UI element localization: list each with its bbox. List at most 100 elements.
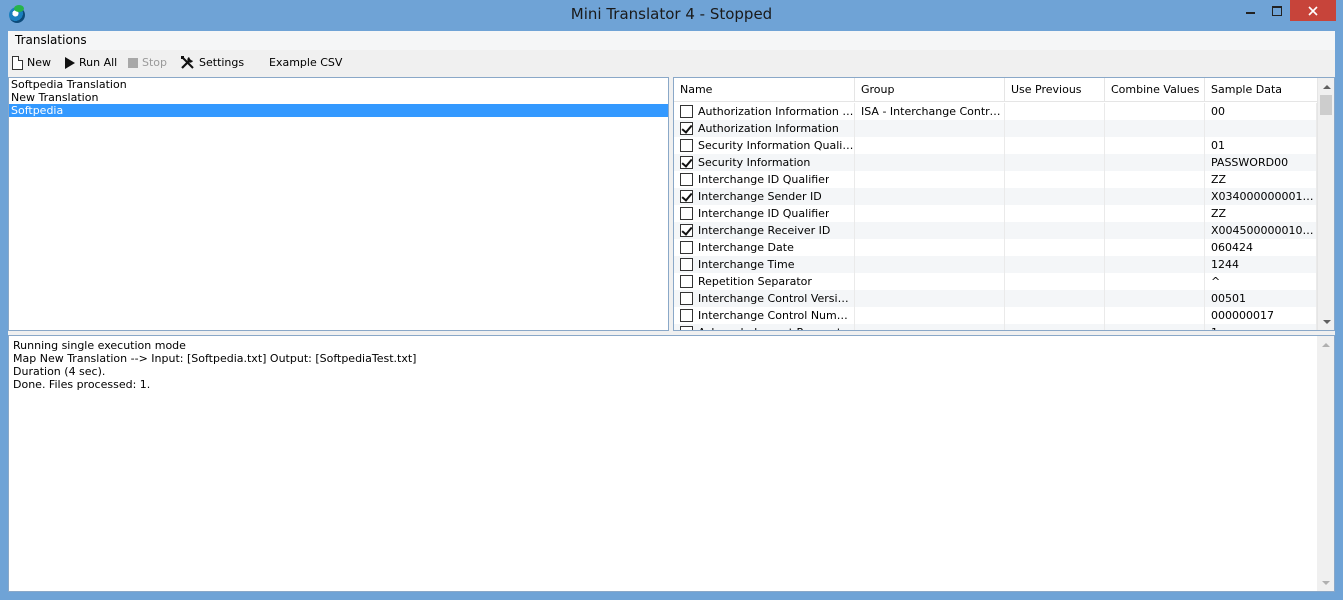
- row-checkbox[interactable]: [680, 275, 693, 288]
- use-previous-cell[interactable]: [1005, 273, 1105, 290]
- name-cell[interactable]: Repetition Separator: [674, 273, 855, 290]
- name-cell[interactable]: Authorization Information: [674, 120, 855, 137]
- combine-values-cell[interactable]: [1105, 120, 1205, 137]
- row-checkbox[interactable]: [680, 207, 693, 220]
- name-cell[interactable]: Interchange Control Number: [674, 307, 855, 324]
- group-cell[interactable]: [855, 188, 1005, 205]
- translation-item[interactable]: New Translation: [9, 91, 668, 104]
- table-row[interactable]: Interchange Control Number 000000017: [674, 307, 1317, 324]
- sample-data-cell[interactable]: ZZ: [1205, 171, 1317, 188]
- use-previous-cell[interactable]: [1005, 171, 1105, 188]
- sample-data-cell[interactable]: 01: [1205, 137, 1317, 154]
- table-row[interactable]: Security Information PASSWORD00: [674, 154, 1317, 171]
- table-row[interactable]: Authorization Information: [674, 120, 1317, 137]
- group-cell[interactable]: [855, 256, 1005, 273]
- table-row[interactable]: Interchange ID Qualifier ZZ: [674, 205, 1317, 222]
- combine-values-cell[interactable]: [1105, 239, 1205, 256]
- group-cell[interactable]: [855, 222, 1005, 239]
- new-button[interactable]: New: [12, 53, 51, 72]
- row-checkbox[interactable]: [680, 241, 693, 254]
- example-csv-button[interactable]: Example CSV: [269, 53, 342, 72]
- column-header-sample-data[interactable]: Sample Data: [1205, 78, 1317, 102]
- table-row[interactable]: Security Information Qualifier 01: [674, 137, 1317, 154]
- table-row[interactable]: Interchange Time 1244: [674, 256, 1317, 273]
- sample-data-cell[interactable]: ZZ: [1205, 205, 1317, 222]
- sample-data-cell[interactable]: PASSWORD00: [1205, 154, 1317, 171]
- use-previous-cell[interactable]: [1005, 307, 1105, 324]
- group-cell[interactable]: [855, 273, 1005, 290]
- use-previous-cell[interactable]: [1005, 120, 1105, 137]
- sample-data-cell[interactable]: 00: [1205, 103, 1317, 120]
- maximize-button[interactable]: [1264, 0, 1290, 21]
- table-row[interactable]: Interchange Control Version ... 00501: [674, 290, 1317, 307]
- minimize-button[interactable]: [1237, 0, 1263, 21]
- use-previous-cell[interactable]: [1005, 222, 1105, 239]
- row-checkbox[interactable]: [680, 105, 693, 118]
- use-previous-cell[interactable]: [1005, 239, 1105, 256]
- use-previous-cell[interactable]: [1005, 256, 1105, 273]
- use-previous-cell[interactable]: [1005, 324, 1105, 330]
- row-checkbox[interactable]: [680, 224, 693, 237]
- combine-values-cell[interactable]: [1105, 154, 1205, 171]
- log-vertical-scrollbar[interactable]: [1317, 336, 1334, 591]
- table-row[interactable]: Interchange Date 060424: [674, 239, 1317, 256]
- name-cell[interactable]: Acknowledgment Requested: [674, 324, 855, 330]
- sample-data-cell[interactable]: 1: [1205, 324, 1317, 330]
- use-previous-cell[interactable]: [1005, 103, 1105, 120]
- settings-button[interactable]: Settings: [180, 53, 244, 72]
- translation-item[interactable]: Softpedia Translation: [9, 78, 668, 91]
- group-cell[interactable]: [855, 171, 1005, 188]
- translations-list[interactable]: Softpedia Translation New Translation So…: [8, 77, 669, 331]
- combine-values-cell[interactable]: [1105, 188, 1205, 205]
- row-checkbox[interactable]: [680, 326, 693, 330]
- use-previous-cell[interactable]: [1005, 137, 1105, 154]
- name-cell[interactable]: Interchange Date: [674, 239, 855, 256]
- group-cell[interactable]: [855, 205, 1005, 222]
- group-cell[interactable]: [855, 307, 1005, 324]
- group-cell[interactable]: [855, 239, 1005, 256]
- group-cell[interactable]: [855, 137, 1005, 154]
- row-checkbox[interactable]: [680, 292, 693, 305]
- group-cell[interactable]: [855, 120, 1005, 137]
- scroll-thumb[interactable]: [1320, 95, 1332, 115]
- name-cell[interactable]: Interchange Control Version ...: [674, 290, 855, 307]
- grid-vertical-scrollbar[interactable]: [1317, 78, 1334, 330]
- sample-data-cell[interactable]: [1205, 120, 1317, 137]
- stop-button[interactable]: Stop: [128, 53, 167, 72]
- sample-data-cell[interactable]: 00501: [1205, 290, 1317, 307]
- combine-values-cell[interactable]: [1105, 205, 1205, 222]
- use-previous-cell[interactable]: [1005, 205, 1105, 222]
- row-checkbox[interactable]: [680, 156, 693, 169]
- column-header-combine-values[interactable]: Combine Values: [1105, 78, 1205, 102]
- combine-values-cell[interactable]: [1105, 307, 1205, 324]
- table-row[interactable]: Interchange ID Qualifier ZZ: [674, 171, 1317, 188]
- row-checkbox[interactable]: [680, 190, 693, 203]
- group-cell[interactable]: ISA - Interchange Control...: [855, 103, 1005, 120]
- row-checkbox[interactable]: [680, 139, 693, 152]
- combine-values-cell[interactable]: [1105, 324, 1205, 330]
- sample-data-cell[interactable]: X00450000001001: [1205, 222, 1317, 239]
- title-bar[interactable]: Mini Translator 4 - Stopped: [0, 0, 1343, 31]
- name-cell[interactable]: Interchange Time: [674, 256, 855, 273]
- menu-translations[interactable]: Translations: [9, 32, 93, 49]
- sample-data-cell[interactable]: ^: [1205, 273, 1317, 290]
- name-cell[interactable]: Authorization Information Qu...: [674, 103, 855, 120]
- name-cell[interactable]: Security Information: [674, 154, 855, 171]
- log-output[interactable]: Running single execution mode Map New Tra…: [8, 335, 1335, 592]
- sample-data-cell[interactable]: 000000017: [1205, 307, 1317, 324]
- combine-values-cell[interactable]: [1105, 103, 1205, 120]
- name-cell[interactable]: Security Information Qualifier: [674, 137, 855, 154]
- table-row[interactable]: Acknowledgment Requested 1: [674, 324, 1317, 330]
- name-cell[interactable]: Interchange Sender ID: [674, 188, 855, 205]
- sample-data-cell[interactable]: 1244: [1205, 256, 1317, 273]
- log-scroll-down-button[interactable]: [1317, 574, 1334, 591]
- column-header-use-previous[interactable]: Use Previous: [1005, 78, 1105, 102]
- combine-values-cell[interactable]: [1105, 256, 1205, 273]
- combine-values-cell[interactable]: [1105, 222, 1205, 239]
- translation-item-selected[interactable]: Softpedia: [9, 104, 668, 117]
- name-cell[interactable]: Interchange ID Qualifier: [674, 205, 855, 222]
- table-row[interactable]: Interchange Receiver ID X00450000001001: [674, 222, 1317, 239]
- group-cell[interactable]: [855, 324, 1005, 330]
- scroll-down-button[interactable]: [1318, 313, 1334, 330]
- name-cell[interactable]: Interchange Receiver ID: [674, 222, 855, 239]
